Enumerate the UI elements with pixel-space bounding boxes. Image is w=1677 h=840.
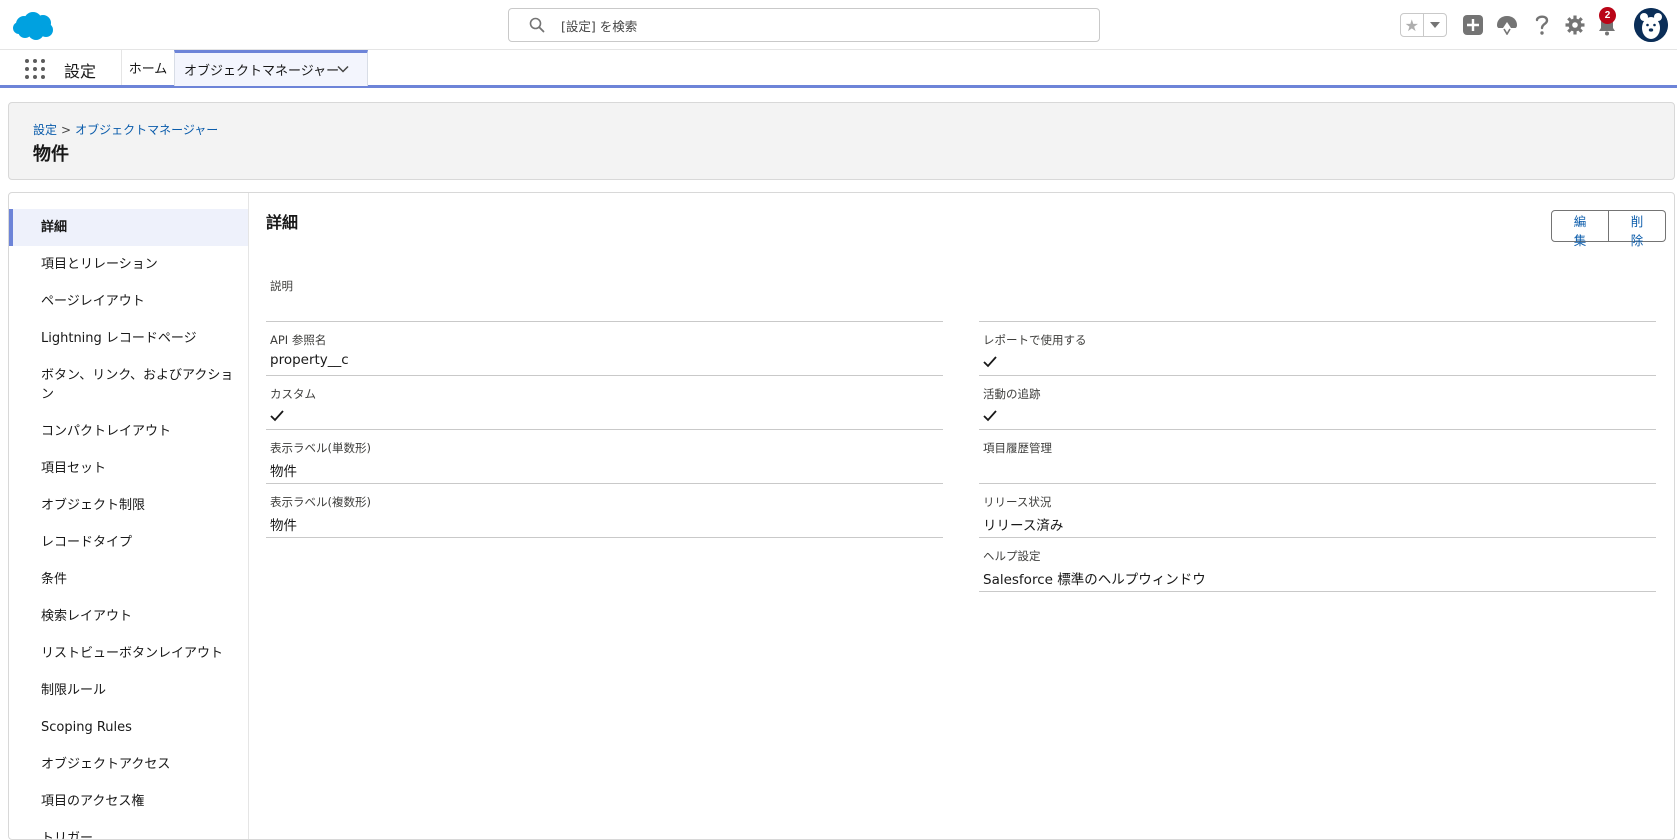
sidebar-item-field-access[interactable]: 項目のアクセス権	[9, 783, 248, 820]
sidebar-item-record-types[interactable]: レコードタイプ	[9, 524, 248, 561]
breadcrumb-separator: >	[61, 123, 72, 137]
gear-icon[interactable]	[1564, 14, 1586, 36]
field-custom: カスタム	[266, 377, 943, 430]
checkmark-icon	[983, 410, 997, 422]
tab-home[interactable]: ホーム	[122, 50, 174, 85]
field-label: レポートで使用する	[983, 333, 1087, 347]
global-search[interactable]	[508, 8, 1100, 42]
sidebar-item-page-layouts[interactable]: ページレイアウト	[9, 283, 248, 320]
field-history-tracking: 項目履歴管理	[979, 431, 1656, 484]
tab-object-manager-label: オブジェクトマネージャー	[184, 64, 340, 79]
sidebar-item-field-sets[interactable]: 項目セット	[9, 450, 248, 487]
sidebar-item-compact-layouts[interactable]: コンパクトレイアウト	[9, 413, 248, 450]
field-label: カスタム	[270, 387, 316, 401]
star-icon[interactable]: ★	[1401, 14, 1424, 36]
field-track-activities: 活動の追跡	[979, 377, 1656, 430]
field-empty	[979, 269, 1656, 322]
breadcrumb-setup[interactable]: 設定	[33, 123, 57, 137]
edit-button[interactable]: 編集	[1551, 210, 1609, 248]
sidebar-item-triggers[interactable]: トリガー	[9, 820, 248, 839]
object-sidebar: 詳細 項目とリレーション ページレイアウト Lightning レコードページ …	[9, 193, 249, 839]
field-label: 活動の追跡	[983, 387, 1041, 401]
field-api-name: API 参照名 property__c	[266, 323, 943, 376]
field-label: 説明	[270, 279, 293, 293]
search-input[interactable]	[561, 15, 1081, 37]
details-actions: 編集 削除	[1551, 210, 1666, 248]
sidebar-item-conditions[interactable]: 条件	[9, 561, 248, 598]
sidebar-item-object-access[interactable]: オブジェクトアクセス	[9, 746, 248, 783]
sidebar-item-restriction-rules[interactable]: 制限ルール	[9, 672, 248, 709]
notification-badge: 2	[1599, 7, 1616, 24]
sidebar-item-buttons-links-actions[interactable]: ボタン、リンク、およびアクション	[9, 357, 248, 413]
sidebar-item-list-view-button-layout[interactable]: リストビューボタンレイアウト	[9, 635, 248, 672]
global-header: ★ 2	[0, 0, 1677, 50]
breadcrumb: 設定 > オブジェクトマネージャー	[33, 121, 218, 138]
field-label: ヘルプ設定	[983, 549, 1041, 563]
details-content: 詳細 編集 削除 説明 API 参照名 property__c カスタム 表示ラ…	[266, 193, 1666, 839]
field-label-plural: 表示ラベル(複数形) 物件	[266, 485, 943, 538]
global-actions-icon[interactable]	[1462, 14, 1484, 36]
sidebar-item-scoping-rules[interactable]: Scoping Rules	[9, 709, 248, 746]
field-description: 説明	[266, 269, 943, 322]
field-value: 物件	[270, 518, 297, 534]
user-avatar-icon	[1634, 8, 1668, 42]
sidebar-item-object-limits[interactable]: オブジェクト制限	[9, 487, 248, 524]
page-title: 物件	[33, 144, 69, 165]
main-panel: 詳細 項目とリレーション ページレイアウト Lightning レコードページ …	[8, 192, 1675, 840]
sidebar-item-details[interactable]: 詳細	[9, 209, 248, 246]
field-label: 表示ラベル(複数形)	[270, 495, 371, 509]
app-navigation-bar: 設定 ホーム オブジェクトマネージャー	[0, 50, 1677, 88]
field-label-singular: 表示ラベル(単数形) 物件	[266, 431, 943, 484]
page-header: 設定 > オブジェクトマネージャー 物件	[8, 102, 1675, 180]
field-label: 表示ラベル(単数形)	[270, 441, 371, 455]
field-label: 項目履歴管理	[983, 441, 1052, 455]
breadcrumb-object-manager[interactable]: オブジェクトマネージャー	[75, 123, 218, 137]
avatar[interactable]	[1634, 8, 1668, 42]
checkmark-icon	[983, 356, 997, 368]
field-allow-reports: レポートで使用する	[979, 323, 1656, 376]
field-value: property__c	[270, 352, 349, 368]
favorites-dropdown-icon[interactable]	[1424, 14, 1446, 36]
sidebar-item-fields-relationships[interactable]: 項目とリレーション	[9, 246, 248, 283]
app-name: 設定	[64, 62, 97, 81]
app-launcher-icon[interactable]	[24, 58, 46, 80]
checkmark-icon	[270, 410, 284, 422]
trailhead-icon[interactable]	[1496, 14, 1518, 36]
favorites-group[interactable]: ★	[1400, 13, 1447, 37]
field-help-settings: ヘルプ設定 Salesforce 標準のヘルプウィンドウ	[979, 539, 1656, 592]
field-label: リリース状況	[983, 495, 1052, 509]
field-value: 物件	[270, 464, 297, 480]
sidebar-item-search-layouts[interactable]: 検索レイアウト	[9, 598, 248, 635]
help-icon[interactable]	[1531, 14, 1553, 36]
field-deployment-status: リリース状況 リリース済み	[979, 485, 1656, 538]
sidebar-item-lightning-record-pages[interactable]: Lightning レコードページ	[9, 320, 248, 357]
tab-object-manager[interactable]: オブジェクトマネージャー	[174, 50, 368, 86]
field-value: Salesforce 標準のヘルプウィンドウ	[983, 572, 1206, 588]
details-title: 詳細	[266, 213, 299, 232]
salesforce-logo[interactable]	[12, 11, 54, 41]
delete-button[interactable]: 削除	[1609, 210, 1666, 248]
field-label: API 参照名	[270, 333, 327, 347]
search-icon	[529, 17, 545, 33]
field-value: リリース済み	[983, 518, 1064, 534]
chevron-down-icon[interactable]	[337, 63, 349, 75]
